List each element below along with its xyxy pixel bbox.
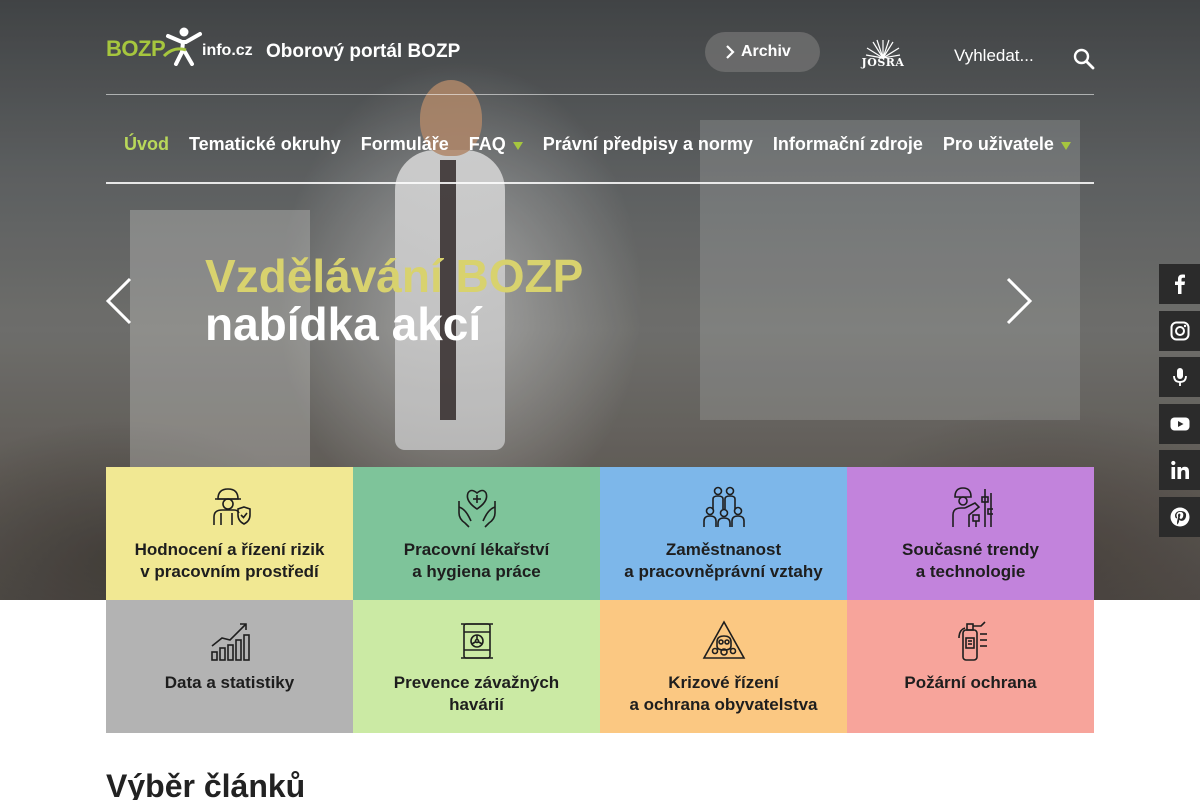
nav-item-pro-uzivatele[interactable]: Pro uživatele bbox=[943, 134, 1071, 155]
nav-list: Úvod Tematické okruhy Formuláře FAQ Práv… bbox=[124, 134, 1091, 155]
microphone-icon[interactable] bbox=[1159, 357, 1200, 397]
archiv-button[interactable]: Archiv bbox=[705, 32, 820, 72]
partner-logo[interactable]: JOSRA bbox=[859, 39, 907, 71]
topic-tiles: Hodnocení a řízení rizik v pracovním pro… bbox=[106, 467, 1094, 733]
nav-item-faq[interactable]: FAQ bbox=[469, 134, 523, 155]
tile-label: Hodnocení a řízení rizik v pracovním pro… bbox=[134, 540, 325, 581]
search-input[interactable] bbox=[946, 40, 1066, 72]
site-logo[interactable]: BOZP info.cz bbox=[106, 26, 258, 66]
tile-label: Krizové řízení a ochrana obyvatelstva bbox=[629, 673, 818, 714]
slider-next-arrow-icon[interactable] bbox=[1004, 276, 1034, 326]
nav-item-pravni-predpisy[interactable]: Právní předpisy a normy bbox=[543, 134, 753, 155]
page: BOZP info.cz Oborový portál BOZP Archiv bbox=[0, 0, 1200, 800]
logo-domain-text: info.cz bbox=[202, 42, 253, 59]
workers-group-icon bbox=[702, 486, 745, 527]
tile-label: Prevence závažných havárií bbox=[393, 673, 560, 714]
gas-mask-warning-icon bbox=[702, 620, 745, 659]
logo-figure-icon bbox=[162, 27, 202, 66]
nav-item-informacni-zdroje[interactable]: Informační zdroje bbox=[773, 134, 923, 155]
slide-title[interactable]: Vzdělávání BOZP bbox=[205, 250, 583, 302]
hands-heart-icon bbox=[457, 489, 496, 528]
tile-zamestnanost[interactable]: Zaměstnanost a pracovněprávní vztahy bbox=[600, 467, 847, 600]
slider-prev-arrow-icon[interactable] bbox=[104, 276, 134, 326]
linkedin-icon[interactable] bbox=[1159, 450, 1200, 490]
slide-subtitle[interactable]: nabídka akcí bbox=[205, 298, 481, 350]
archiv-label: Archiv bbox=[741, 43, 791, 60]
tile-krizove-rizeni[interactable]: Krizové řízení a ochrana obyvatelstva bbox=[600, 600, 847, 733]
youtube-icon[interactable] bbox=[1159, 403, 1200, 444]
social-rail bbox=[1159, 264, 1200, 543]
portal-title: Oborový portál BOZP bbox=[266, 41, 461, 62]
site-header: BOZP info.cz Oborový portál BOZP Archiv bbox=[106, 0, 1096, 95]
main-nav: Úvod Tematické okruhy Formuláře FAQ Práv… bbox=[106, 96, 1094, 184]
tile-label: Současné trendy a technologie bbox=[902, 540, 1039, 581]
search-icon[interactable] bbox=[1072, 47, 1096, 71]
tile-soucasne-trendy[interactable]: Současné trendy a technologie bbox=[847, 467, 1094, 600]
hazard-barrel-icon bbox=[460, 623, 493, 659]
section-title: Výběr článků bbox=[106, 768, 306, 800]
robot-worker-icon bbox=[951, 487, 993, 527]
tile-label: Pracovní lékařství a hygiena práce bbox=[403, 540, 550, 581]
caret-down-icon bbox=[1060, 142, 1071, 150]
tile-data-statistiky[interactable]: Data a statistiky bbox=[106, 600, 353, 733]
nav-item-tematicke-okruhy[interactable]: Tematické okruhy bbox=[189, 134, 341, 155]
tile-label: Data a statistiky bbox=[164, 673, 295, 692]
instagram-icon[interactable] bbox=[1159, 310, 1200, 351]
tile-label: Zaměstnanost a pracovněprávní vztahy bbox=[624, 540, 823, 581]
tile-prevence-havarii[interactable]: Prevence závažných havárií bbox=[353, 600, 600, 733]
tile-hodnoceni-rizik[interactable]: Hodnocení a řízení rizik v pracovním pro… bbox=[106, 467, 353, 600]
tile-pozarni-ochrana[interactable]: Požární ochrana bbox=[847, 600, 1094, 733]
fire-extinguisher-icon bbox=[957, 621, 987, 661]
caret-down-icon bbox=[512, 142, 523, 150]
logo-main-text: BOZP bbox=[106, 36, 166, 61]
partner-logo-text: JOSRA bbox=[861, 56, 905, 69]
nav-item-uvod[interactable]: Úvod bbox=[124, 134, 169, 155]
nav-item-formulare[interactable]: Formuláře bbox=[361, 134, 449, 155]
facebook-icon[interactable] bbox=[1159, 264, 1200, 304]
chart-growth-icon bbox=[210, 623, 250, 661]
worker-shield-icon bbox=[212, 488, 251, 525]
pinterest-icon[interactable] bbox=[1159, 496, 1200, 537]
chevron-right-icon bbox=[726, 45, 735, 59]
tile-pracovni-lekarstvi[interactable]: Pracovní lékařství a hygiena práce bbox=[353, 467, 600, 600]
tile-label: Požární ochrana bbox=[904, 673, 1037, 692]
